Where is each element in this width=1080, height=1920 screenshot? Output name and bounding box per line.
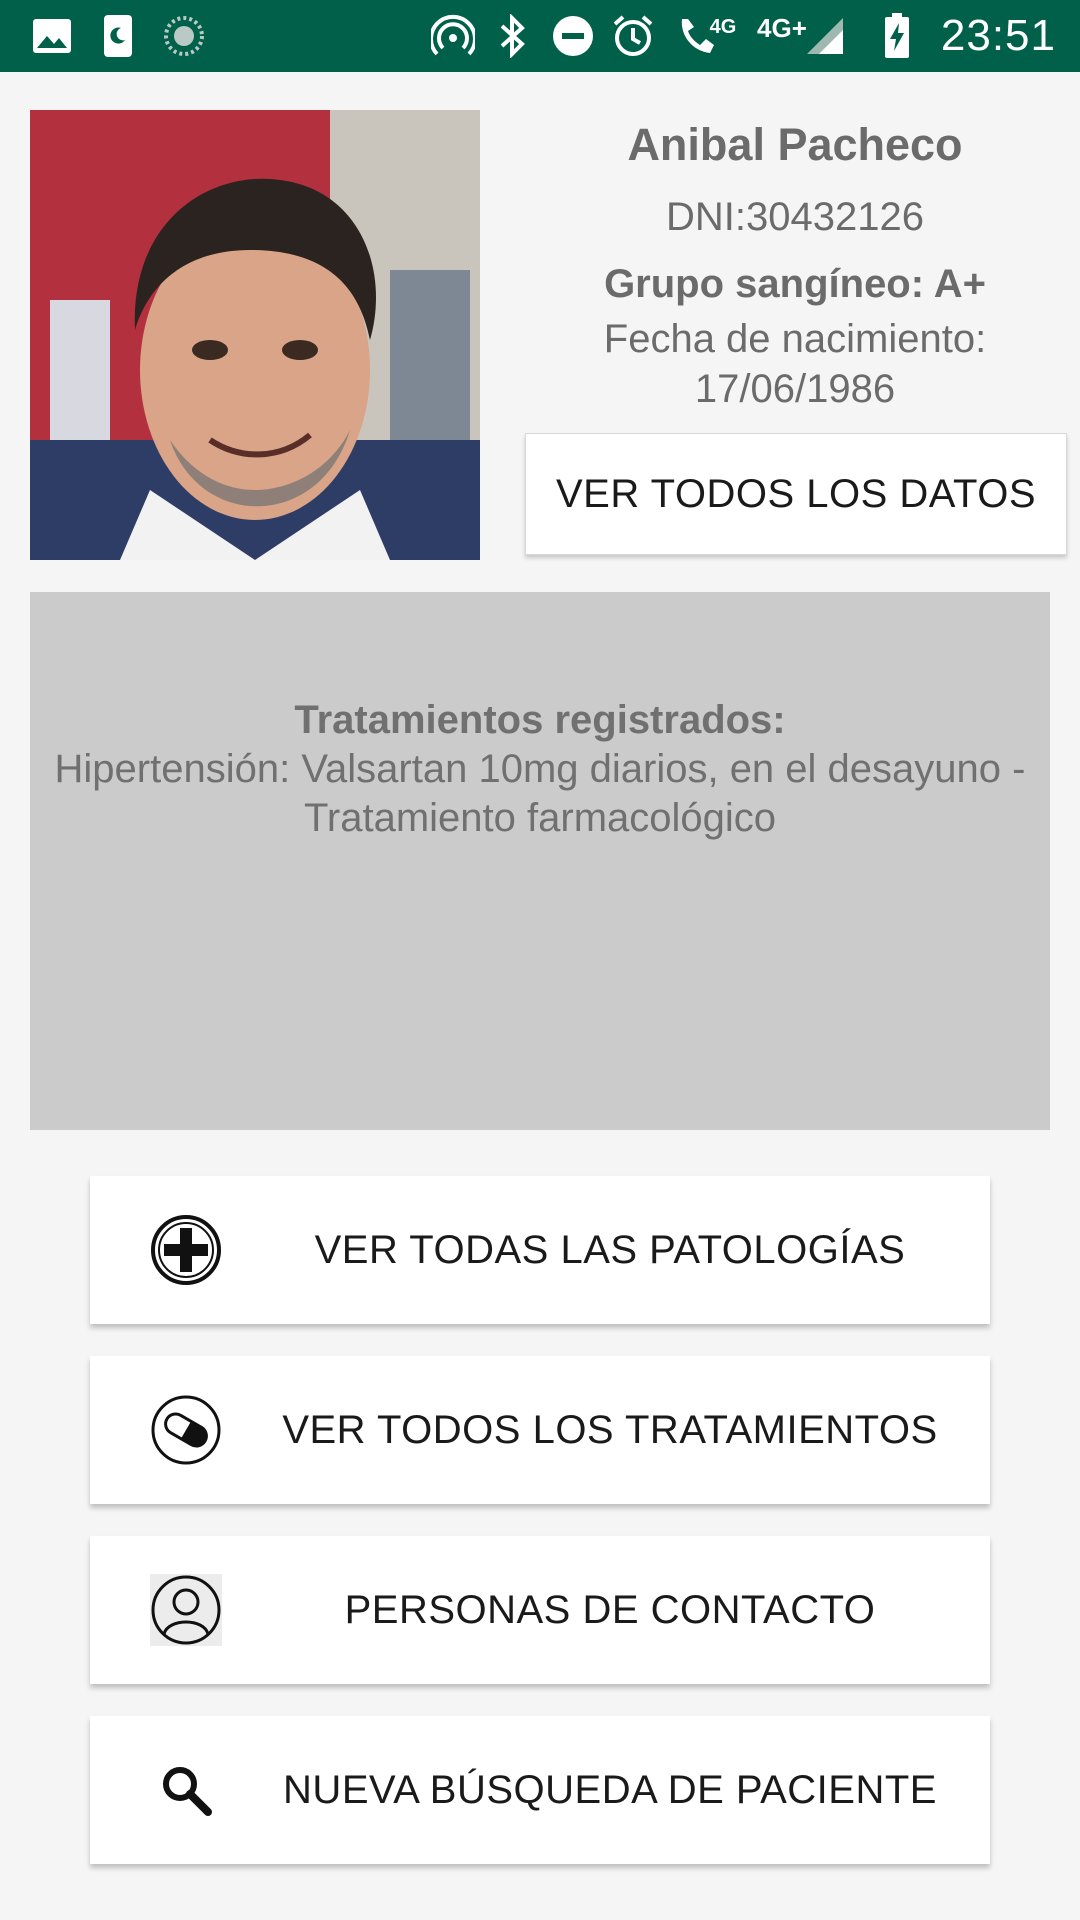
sim-icon bbox=[96, 14, 140, 58]
patient-birth-date: 17/06/1986 bbox=[694, 367, 896, 411]
status-time: 23:51 bbox=[940, 11, 1056, 60]
ver-patologias-label: VER TODAS LAS PATOLOGÍAS bbox=[314, 1227, 906, 1272]
treatments-text: Hipertensión: Valsartan 10mg diarios, en… bbox=[54, 747, 1026, 840]
patient-blood-group: Grupo sangíneo: A+ bbox=[604, 262, 986, 306]
image-icon bbox=[30, 14, 74, 58]
ver-patologias-button[interactable]: VER TODAS LAS PATOLOGÍAS bbox=[90, 1176, 990, 1324]
signal-icon bbox=[803, 14, 847, 58]
nueva-busqueda-button[interactable]: NUEVA BÚSQUEDA DE PACIENTE bbox=[90, 1716, 990, 1864]
patient-birth-label: Fecha de nacimiento: bbox=[603, 317, 987, 361]
treatments-title: Tratamientos registrados: bbox=[294, 698, 786, 742]
battery-charging-icon bbox=[875, 13, 919, 58]
medical-cross-icon bbox=[150, 1214, 222, 1286]
alarm-icon bbox=[611, 14, 655, 58]
patient-dni: DNI:30432126 bbox=[666, 195, 924, 239]
ver-tratamientos-label: VER TODOS LOS TRATAMIENTOS bbox=[282, 1407, 938, 1452]
nueva-busqueda-label: NUEVA BÚSQUEDA DE PACIENTE bbox=[283, 1767, 937, 1812]
network-4g-label: 4G bbox=[709, 15, 737, 38]
bluetooth-icon bbox=[491, 14, 535, 58]
pill-icon bbox=[150, 1394, 222, 1466]
search-icon bbox=[150, 1754, 222, 1826]
patient-photo bbox=[30, 110, 480, 560]
ver-todos-los-datos-button[interactable]: VER TODOS LOS DATOS bbox=[525, 433, 1067, 555]
patient-name: Anibal Pacheco bbox=[627, 119, 963, 170]
personas-de-contacto-button[interactable]: PERSONAS DE CONTACTO bbox=[90, 1536, 990, 1684]
treatments-panel: Tratamientos registrados: Hipertensión: … bbox=[30, 592, 1050, 1130]
sync-icon bbox=[162, 14, 206, 58]
personas-de-contacto-label: PERSONAS DE CONTACTO bbox=[344, 1587, 876, 1632]
wifi-call-icon: 4G bbox=[671, 14, 741, 58]
person-icon bbox=[150, 1574, 222, 1646]
do-not-disturb-icon bbox=[551, 14, 595, 58]
network-4g-plus-label: 4G+ bbox=[757, 12, 807, 43]
status-bar: 4G 4G+ 23:51 bbox=[0, 0, 1080, 72]
ver-tratamientos-button[interactable]: VER TODOS LOS TRATAMIENTOS bbox=[90, 1356, 990, 1504]
hotspot-icon bbox=[431, 14, 476, 58]
patient-info: Anibal Pacheco DNI:30432126 Grupo sangín… bbox=[510, 110, 1080, 414]
